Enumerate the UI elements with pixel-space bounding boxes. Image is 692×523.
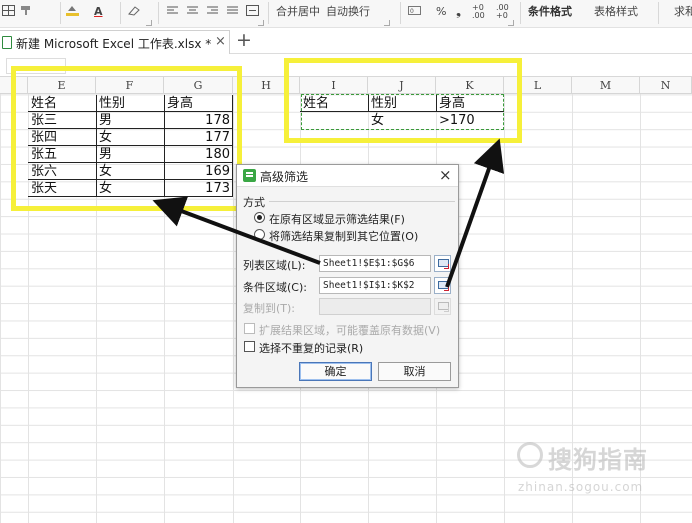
arrow-to-list-range [152,196,321,265]
watermark-url: zhinan.sogou.com [518,480,644,494]
sogou-logo-icon [517,442,543,468]
watermark-brand: 搜狗指南 [548,446,648,474]
arrow-to-criteria-range [445,138,505,288]
